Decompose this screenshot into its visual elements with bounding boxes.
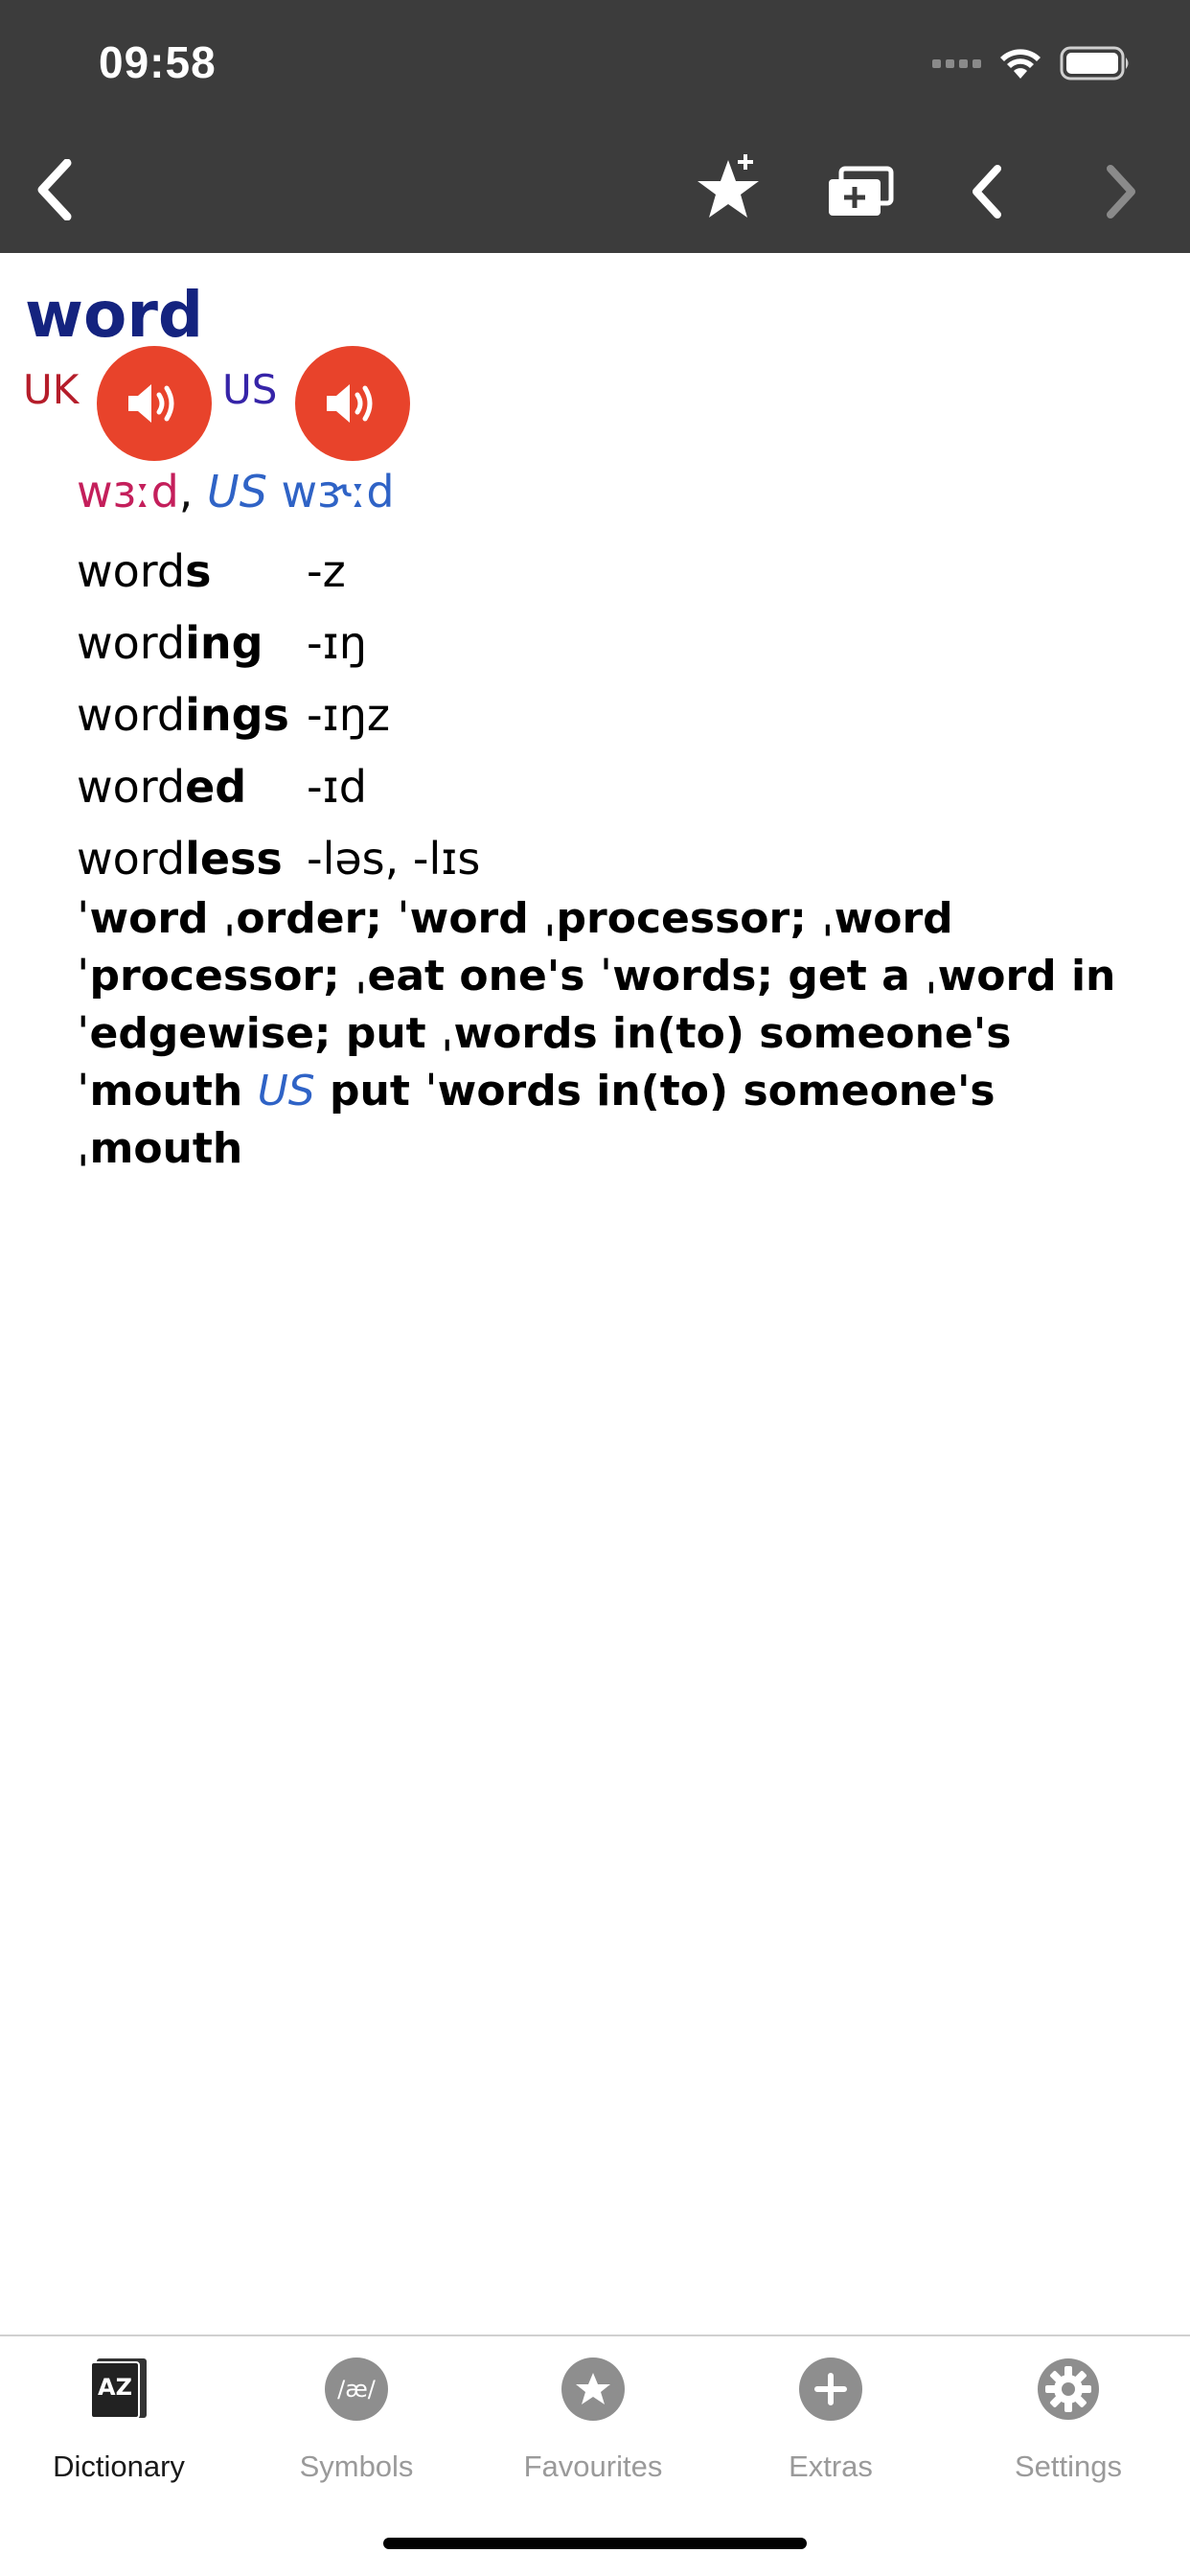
- chevron-right-icon: [1107, 165, 1135, 218]
- phrases-us-label: US: [257, 1067, 315, 1116]
- tab-label: Dictionary: [53, 2450, 185, 2483]
- tab-extras[interactable]: Extras: [725, 2356, 936, 2484]
- tab-label: Settings: [1014, 2450, 1122, 2483]
- tab-symbols[interactable]: /æ/ Symbols: [251, 2356, 462, 2484]
- form-row: worded -ɪd: [77, 750, 480, 822]
- form-row: words -z: [77, 535, 480, 607]
- form-row: wording -ɪŋ: [77, 607, 480, 678]
- uk-audio-button[interactable]: [97, 346, 212, 461]
- svg-text:AZ: AZ: [98, 2374, 132, 2401]
- speaker-icon: [327, 384, 373, 423]
- new-window-icon: [829, 166, 894, 216]
- form-row: wordless -ləs, -lɪs: [77, 822, 480, 894]
- status-indicators: [932, 44, 1133, 82]
- tab-favourites[interactable]: Favourites: [488, 2356, 698, 2484]
- chevron-left-icon: [973, 165, 1001, 218]
- star-plus-icon: [698, 154, 759, 218]
- us-ipa: wɝːd: [281, 466, 395, 518]
- tab-label: Symbols: [299, 2450, 414, 2483]
- next-entry-button[interactable]: [1092, 153, 1150, 230]
- symbols-glyph: /æ/: [337, 2376, 376, 2403]
- us-tag: US: [207, 466, 267, 518]
- form-ending: -z: [307, 544, 346, 597]
- us-audio-button[interactable]: [295, 346, 410, 461]
- dictionary-az-icon: AZ: [85, 2356, 152, 2423]
- form-word: words: [77, 544, 212, 597]
- uk-label: UK: [23, 366, 80, 413]
- gear-icon: [1035, 2356, 1102, 2423]
- star-icon: [560, 2356, 627, 2423]
- speaker-icon: [128, 384, 174, 423]
- symbols-ipa-icon: /æ/: [323, 2356, 390, 2423]
- plus-icon: [797, 2356, 864, 2423]
- tab-label: Extras: [789, 2450, 873, 2483]
- form-ending: -ɪŋ: [307, 616, 367, 669]
- uk-ipa: wɜːd: [77, 466, 179, 518]
- battery-icon: [1060, 46, 1129, 80]
- pronunciation-line: wɜːd, US wɝːd: [77, 466, 395, 518]
- phrases-paragraph: ˈword ˌorder; ˈword ˌprocessor; ˌword ˈp…: [77, 890, 1150, 1178]
- previous-entry-button[interactable]: [958, 153, 1016, 230]
- form-row: wordings -ɪŋz: [77, 678, 480, 750]
- headword: word: [25, 278, 204, 352]
- form-word: wordless: [77, 832, 283, 885]
- new-tab-button[interactable]: [822, 153, 899, 230]
- wifi-icon: [1000, 49, 1041, 79]
- form-ending: -ɪd: [307, 760, 367, 813]
- inflected-forms: words -z wording -ɪŋ wordings -ɪŋz worde…: [77, 535, 480, 894]
- back-button[interactable]: [25, 151, 82, 228]
- top-header: 09:58: [0, 0, 1190, 253]
- form-word: worded: [77, 760, 247, 813]
- status-time: 09:58: [99, 37, 217, 87]
- form-word: wording: [77, 616, 263, 669]
- tab-dictionary[interactable]: AZ Dictionary: [13, 2356, 224, 2484]
- form-ending: -ləs, -lɪs: [307, 832, 481, 885]
- cellular-signal-icon: [932, 58, 981, 68]
- pronunciation-separator: ,: [178, 466, 194, 518]
- chevron-left-icon: [37, 159, 72, 220]
- us-label: US: [222, 366, 278, 413]
- form-ending: -ɪŋz: [307, 688, 390, 741]
- tab-label: Favourites: [523, 2450, 663, 2483]
- tab-settings[interactable]: Settings: [963, 2356, 1174, 2484]
- add-favourite-button[interactable]: [692, 144, 768, 230]
- form-word: wordings: [77, 688, 289, 741]
- home-indicator[interactable]: [383, 2538, 807, 2549]
